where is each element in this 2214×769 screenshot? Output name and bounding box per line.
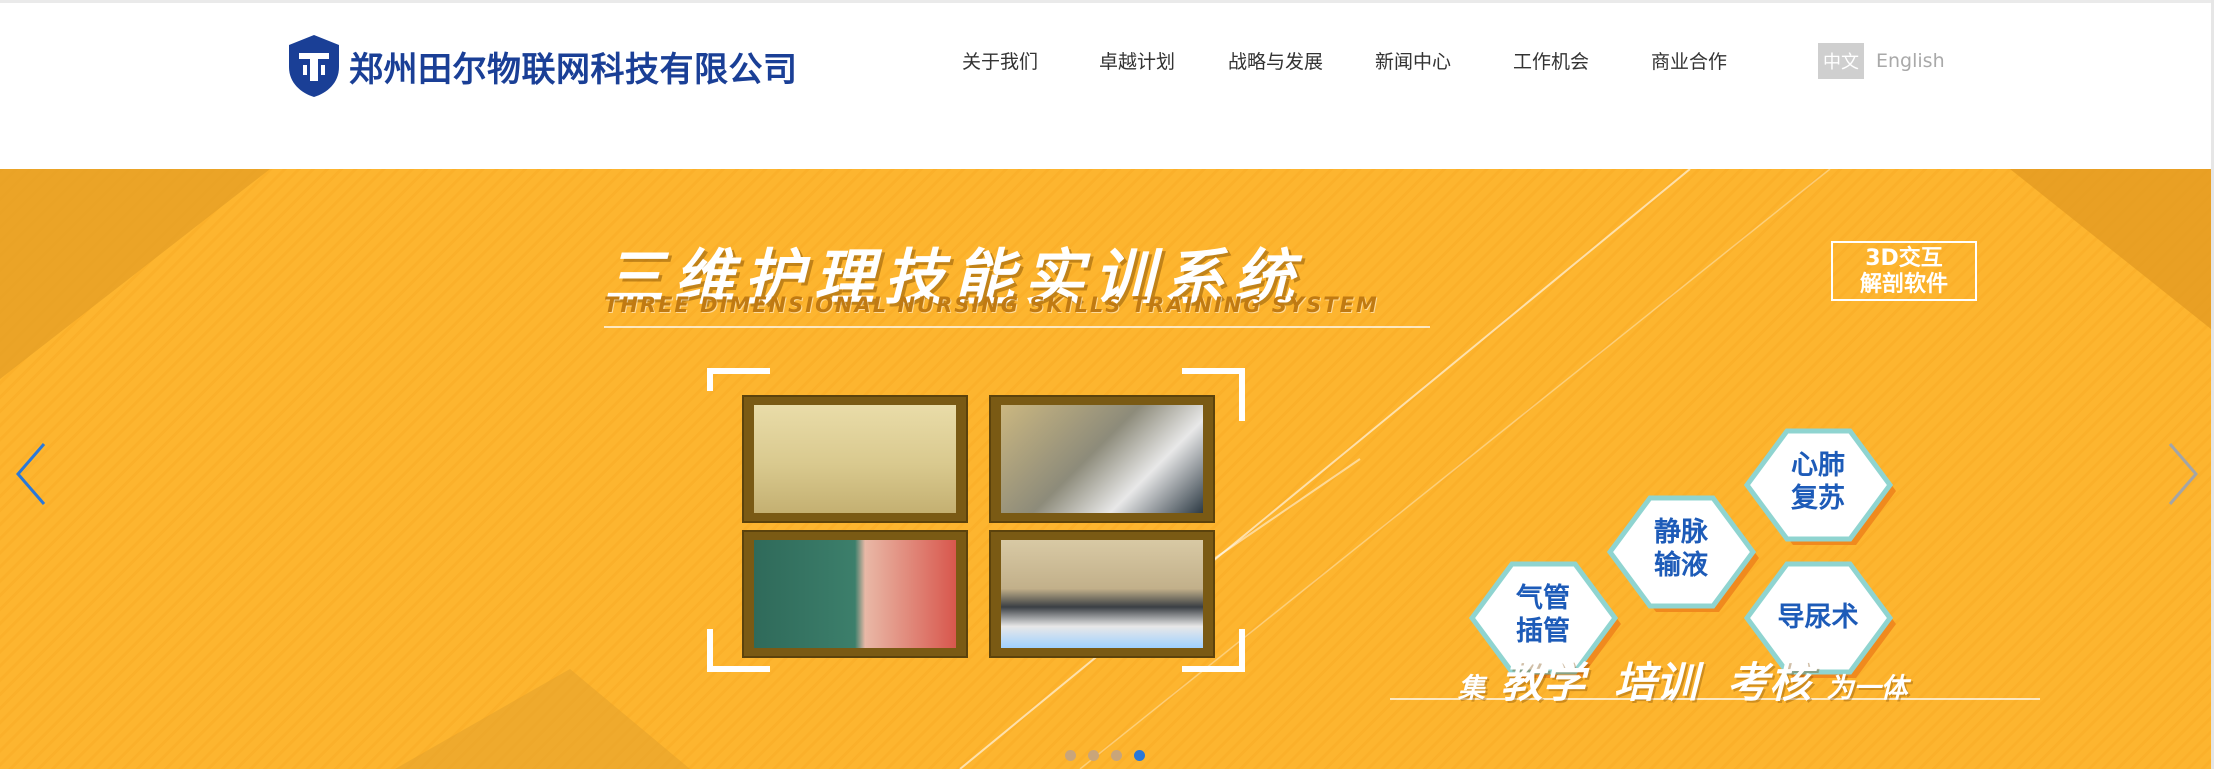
nav-item-about[interactable]: 关于我们 <box>962 47 1038 74</box>
carousel-dot-3[interactable] <box>1111 750 1122 761</box>
nav-item-jobs[interactable]: 工作机会 <box>1513 47 1589 74</box>
badge-line-2: 解剖软件 <box>1859 272 1948 297</box>
hex-label-iv-line-2: 输液 <box>1654 550 1708 581</box>
carousel-dots <box>1065 750 1145 761</box>
hex-label-intubation-line-1: 气管 <box>1516 583 1570 614</box>
banner-subtitle: THREE DIMENSIONAL NURSING SKILLS TRAININ… <box>604 293 1379 317</box>
hex-label-cpr-line-2: 复苏 <box>1791 483 1845 514</box>
company-logo[interactable]: 郑州田尔物联网科技有限公司 <box>285 33 798 99</box>
hex-label-catheterization: 导尿术 <box>1763 601 1873 634</box>
hex-label-iv-infusion: 静脉 输液 <box>1626 516 1736 582</box>
screenshot-4 <box>989 530 1215 658</box>
banner-badge: 3D交互 解剖软件 <box>1831 241 1977 301</box>
banner-tagline: 集 教学 培训 考核 为一体 <box>1458 649 1908 710</box>
hex-label-cpr: 心肺 复苏 <box>1763 449 1873 515</box>
hex-label-intubation: 气管 插管 <box>1488 582 1598 648</box>
tagline-words: 教学 培训 考核 <box>1500 658 1812 707</box>
chevron-right-icon[interactable] <box>2162 439 2202 509</box>
tagline-suffix: 为一体 <box>1826 673 1908 704</box>
screenshot-1 <box>742 395 968 523</box>
screenshot-2 <box>989 395 1215 523</box>
language-english-button[interactable]: English <box>1876 50 1945 72</box>
company-name: 郑州田尔物联网科技有限公司 <box>349 49 798 90</box>
tagline-prefix: 集 <box>1458 673 1485 704</box>
carousel-dot-2[interactable] <box>1088 750 1099 761</box>
shield-logo-icon <box>289 35 339 97</box>
hero-carousel: 三维护理技能实训系统 THREE DIMENSIONAL NURSING SKI… <box>0 169 2211 769</box>
nav-item-excellence-plan[interactable]: 卓越计划 <box>1099 47 1175 74</box>
nav-item-news[interactable]: 新闻中心 <box>1375 47 1451 74</box>
chevron-left-icon[interactable] <box>12 439 52 509</box>
hex-label-cpr-line-1: 心肺 <box>1791 450 1845 481</box>
nav-item-strategy[interactable]: 战略与发展 <box>1228 47 1323 74</box>
carousel-dot-1[interactable] <box>1065 750 1076 761</box>
screenshot-3 <box>742 530 968 658</box>
hex-label-iv-line-1: 静脉 <box>1654 517 1708 548</box>
language-chinese-button[interactable]: 中文 <box>1818 43 1864 79</box>
hex-label-catheterization-line-1: 导尿术 <box>1777 602 1859 633</box>
carousel-dot-4[interactable] <box>1134 750 1145 761</box>
site-header: 郑州田尔物联网科技有限公司 关于我们 卓越计划 战略与发展 新闻中心 工作机会 … <box>0 3 2214 169</box>
badge-line-1: 3D交互 <box>1865 246 1943 271</box>
nav-item-business[interactable]: 商业合作 <box>1651 47 1727 74</box>
hex-label-intubation-line-2: 插管 <box>1516 616 1570 647</box>
